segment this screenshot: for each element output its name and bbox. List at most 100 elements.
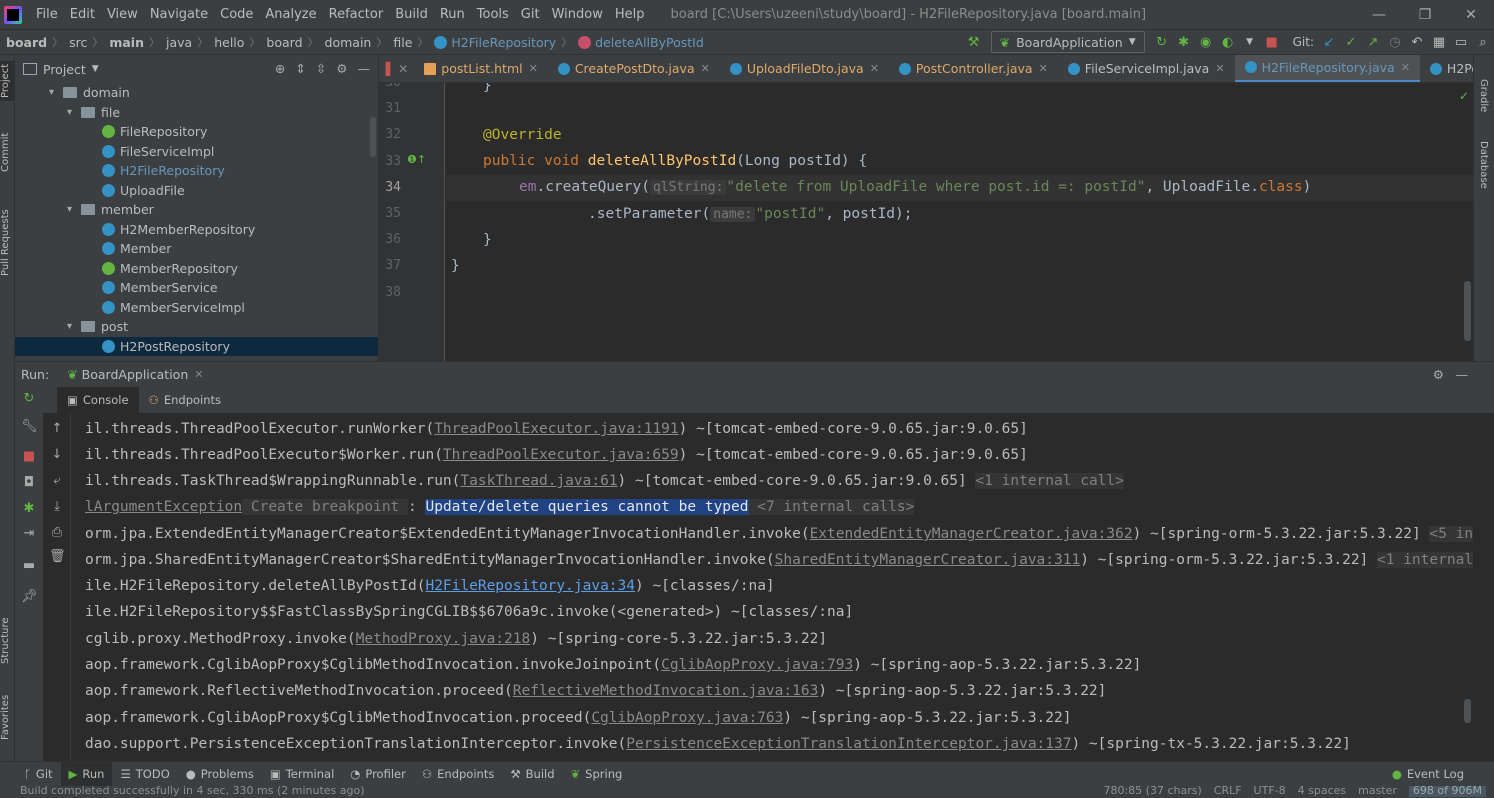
run-config-tab[interactable]: BoardApplication: [82, 367, 189, 382]
menu-build[interactable]: Build: [389, 7, 434, 22]
close-icon[interactable]: ✕: [1039, 62, 1048, 75]
chevron-down-icon[interactable]: ▼: [92, 64, 99, 74]
rerun-icon[interactable]: ↻: [1151, 31, 1173, 53]
more-run-icon[interactable]: ▼: [1239, 31, 1261, 53]
tree-item[interactable]: H2PostRepository: [15, 336, 378, 356]
git-update-icon[interactable]: ↙: [1318, 31, 1340, 53]
tool-tab-pull-requests[interactable]: Pull Requests: [0, 203, 15, 283]
subtab-endpoints[interactable]: ⚇ Endpoints: [139, 387, 232, 413]
stack-link[interactable]: TaskThread.java:61: [460, 473, 617, 489]
tool-spring[interactable]: ❦ Spring: [563, 762, 631, 787]
tree-item[interactable]: MemberService: [15, 278, 378, 298]
stack-link[interactable]: ReflectiveMethodInvocation.java:163: [513, 683, 819, 699]
editor-scrollbar[interactable]: [1464, 281, 1471, 341]
collapse-all-icon[interactable]: ⇳: [316, 61, 326, 76]
stack-link[interactable]: MethodProxy.java:218: [356, 631, 531, 647]
stack-link[interactable]: CglibAopProxy.java:793: [661, 657, 853, 673]
indent-setting[interactable]: 4 spaces: [1298, 786, 1347, 797]
locate-icon[interactable]: ⊕: [275, 61, 285, 76]
tool-tab-favorites[interactable]: Favorites: [0, 687, 15, 747]
tool-tab-gradle[interactable]: Gradle: [1478, 79, 1489, 112]
code-editor[interactable]: 30 31 32 33 34 35 36 37 38 ❶↑ } @Override public …: [379, 83, 1473, 361]
stack-link[interactable]: ExtendedEntityManagerCreator.java:362: [810, 526, 1133, 542]
tree-item[interactable]: Member: [15, 239, 378, 259]
coverage-icon[interactable]: ◉: [1195, 31, 1217, 53]
editor-tab[interactable]: H2FileRepository.java ✕: [1234, 55, 1420, 82]
tree-item[interactable]: UploadFile: [15, 181, 378, 201]
build-hammer-icon[interactable]: ⚒: [963, 31, 985, 53]
tool-problems[interactable]: ● Problems: [178, 762, 262, 787]
chevron-down-icon[interactable]: ▾: [49, 87, 63, 98]
search-icon[interactable]: ⌕: [1472, 31, 1494, 53]
internal-calls-fold[interactable]: <1 internal call>: [975, 473, 1124, 489]
expand-all-icon[interactable]: ⇕: [295, 61, 305, 76]
tool-terminal[interactable]: ▣ Terminal: [262, 762, 342, 787]
caret-position[interactable]: 780:85 (37 chars): [1103, 786, 1201, 797]
rollback-icon[interactable]: ↶: [1406, 31, 1428, 53]
trash-icon[interactable]: 🗑︎: [49, 549, 66, 565]
console-output[interactable]: il.threads.ThreadPoolExecutor.runWorker(…: [71, 413, 1473, 761]
close-icon[interactable]: ✕: [1448, 0, 1494, 29]
breadcrumb-method[interactable]: deleteAllByPostId: [591, 35, 704, 50]
internal-calls-fold[interactable]: <5 internal calls>: [1429, 526, 1473, 542]
gear-icon[interactable]: ⚙: [336, 61, 347, 76]
menu-tools[interactable]: Tools: [471, 7, 515, 22]
tool-build[interactable]: ⚒ Build: [502, 762, 562, 787]
subtab-console[interactable]: ▣ Console: [57, 387, 139, 413]
stop-icon[interactable]: ■: [21, 449, 37, 465]
menu-code[interactable]: Code: [214, 7, 259, 22]
tool-tab-structure[interactable]: Structure: [0, 611, 15, 671]
memory-indicator[interactable]: 698 of 906M: [1408, 786, 1486, 797]
debug-icon[interactable]: ✱: [1173, 31, 1195, 53]
breadcrumb-hello[interactable]: hello: [208, 35, 244, 50]
gear-icon[interactable]: ⚙: [1433, 367, 1444, 382]
tree-item[interactable]: MemberRepository: [15, 259, 378, 279]
breadcrumb-java[interactable]: java: [160, 35, 192, 50]
tree-item[interactable]: H2FileRepository: [15, 161, 378, 181]
editor-tab[interactable]: CreatePostDto.java ✕: [548, 55, 720, 82]
internal-calls-fold[interactable]: <1 internal call>: [1377, 552, 1473, 568]
close-icon[interactable]: ✕: [1215, 62, 1224, 75]
menu-edit[interactable]: Edit: [64, 7, 101, 22]
line-separator[interactable]: CRLF: [1214, 786, 1242, 797]
inspection-ok-icon[interactable]: ✓: [1459, 89, 1469, 103]
tool-run[interactable]: ▶ Run: [60, 761, 113, 787]
wrench-icon[interactable]: 🔧︎: [21, 419, 38, 435]
git-commit-icon[interactable]: ✓: [1340, 31, 1362, 53]
status-message[interactable]: Build completed successfully in 4 sec, 3…: [20, 786, 365, 797]
chevron-down-icon[interactable]: ▾: [67, 107, 81, 118]
git-push-icon[interactable]: ↗: [1362, 31, 1384, 53]
tree-item[interactable]: ▾ domain: [15, 83, 378, 103]
menu-analyze[interactable]: Analyze: [259, 7, 322, 22]
menu-run[interactable]: Run: [434, 7, 471, 22]
chevron-down-icon[interactable]: ▾: [67, 204, 81, 215]
breadcrumb-src[interactable]: src: [63, 35, 87, 50]
menu-git[interactable]: Git: [515, 7, 546, 22]
tree-item[interactable]: ▾ file: [15, 103, 378, 123]
pin-icon[interactable]: 📌︎: [21, 589, 38, 605]
close-icon[interactable]: ✕: [870, 62, 879, 75]
stack-link[interactable]: ThreadPoolExecutor.java:659: [443, 447, 679, 463]
exit-icon[interactable]: ⇥: [21, 526, 37, 542]
chevron-down-icon[interactable]: ▾: [67, 321, 81, 332]
internal-calls-fold[interactable]: <7 internal calls>: [748, 499, 915, 515]
tool-profiler[interactable]: ◔ Profiler: [342, 762, 414, 787]
breadcrumb-class[interactable]: H2FileRepository: [447, 35, 556, 50]
tool-event-log[interactable]: ● Event Log: [1384, 762, 1472, 787]
create-breakpoint-link[interactable]: Create breakpoint: [242, 499, 409, 515]
run-config-selector[interactable]: ❦ BoardApplication ▼: [990, 31, 1145, 53]
profiler-icon[interactable]: ◐: [1217, 31, 1239, 53]
breadcrumb-board-pkg[interactable]: board: [260, 35, 302, 50]
hide-icon[interactable]: —: [1456, 367, 1469, 382]
console-scrollbar[interactable]: [1464, 699, 1471, 723]
stack-link[interactable]: PersistenceExceptionTranslationIntercept…: [626, 736, 1071, 752]
stop-icon[interactable]: ■: [1261, 31, 1283, 53]
tree-item[interactable]: ▾ member: [15, 200, 378, 220]
close-icon[interactable]: ✕: [392, 62, 414, 76]
arrow-up-icon[interactable]: ↑: [49, 421, 65, 437]
override-marker-icon[interactable]: ❶↑: [407, 153, 426, 166]
tree-item[interactable]: FileRepository: [15, 122, 378, 142]
tree-item[interactable]: FileServiceImpl: [15, 142, 378, 162]
stack-link[interactable]: ThreadPoolExecutor.java:1191: [434, 421, 678, 437]
hide-icon[interactable]: —: [358, 61, 371, 76]
